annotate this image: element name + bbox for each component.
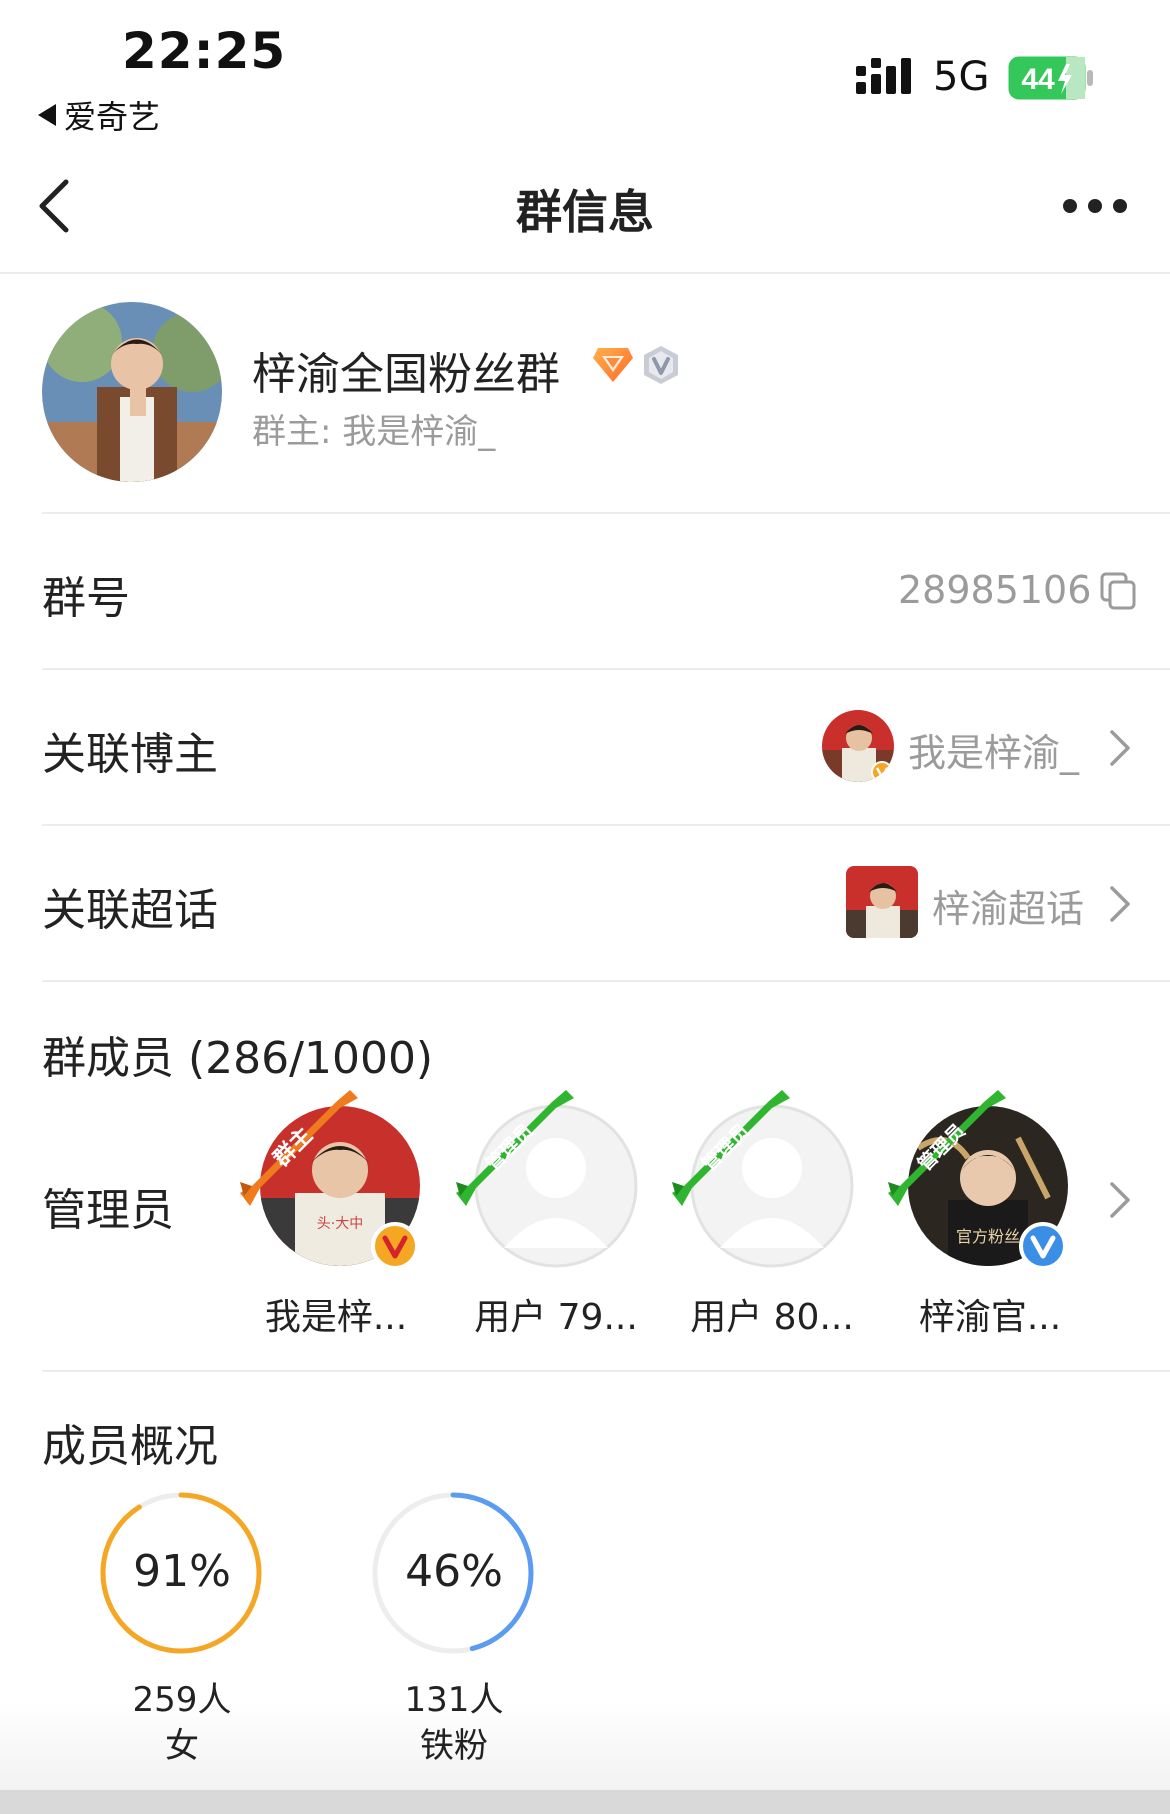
admin-name[interactable]: 我是梓... — [236, 1288, 436, 1340]
diamond-badge-icon — [593, 348, 633, 382]
owner-ribbon: 群主 — [240, 1090, 358, 1206]
admin-ribbon: 管理员 — [888, 1090, 1006, 1206]
chevron-right-icon[interactable] — [1108, 728, 1132, 768]
admin-name[interactable]: 用户 80... — [672, 1288, 872, 1340]
members-title: 群成员 (286/1000) — [42, 1033, 434, 1084]
svg-text:官方粉丝: 官方粉丝 — [956, 1227, 1020, 1246]
blogger-avatar[interactable] — [822, 710, 894, 782]
page-title: 群信息 — [516, 185, 654, 239]
female-percent: 91% — [133, 1546, 231, 1597]
iron-fan-count: 131人 — [404, 1680, 504, 1720]
linked-blogger-label: 关联博主 — [42, 729, 218, 780]
admin-name[interactable]: 梓渝官... — [890, 1288, 1090, 1340]
status-time: 22:25 — [122, 22, 287, 80]
linked-topic-label: 关联超话 — [42, 885, 218, 936]
nav-divider — [0, 272, 1170, 274]
group-id-value: 28985106 — [898, 568, 1092, 612]
back-triangle-icon — [38, 104, 56, 126]
group-avatar[interactable] — [42, 302, 222, 482]
back-to-app-link[interactable]: 爱奇艺 — [38, 92, 160, 138]
admin-name[interactable]: 用户 79... — [456, 1288, 656, 1340]
group-owner: 群主: 我是梓渝_ — [252, 412, 496, 452]
linked-blogger-value[interactable]: 我是梓渝_ — [908, 722, 1079, 777]
female-label: 女 — [165, 1726, 199, 1766]
chevron-right-icon[interactable] — [1108, 884, 1132, 924]
section-divider — [42, 980, 1170, 982]
section-divider — [42, 1370, 1170, 1372]
group-name: 梓渝全国粉丝群 — [252, 349, 560, 400]
section-divider — [42, 668, 1170, 670]
network-type: 5G — [933, 54, 990, 100]
battery-icon: 44 — [1008, 56, 1093, 100]
chevron-right-icon[interactable] — [1108, 1180, 1132, 1220]
more-options-icon[interactable] — [1060, 196, 1130, 216]
verified-level-badge-icon — [644, 346, 678, 384]
iron-fan-percent: 46% — [405, 1546, 503, 1597]
copy-icon[interactable] — [1100, 572, 1136, 610]
iron-fan-label: 铁粉 — [420, 1726, 488, 1766]
group-id-label: 群号 — [42, 573, 130, 624]
topic-thumbnail[interactable] — [846, 866, 918, 938]
overview-title: 成员概况 — [42, 1421, 218, 1472]
back-app-label: 爱奇艺 — [64, 98, 161, 136]
section-divider — [42, 512, 1170, 514]
female-count: 259人 — [132, 1680, 232, 1720]
battery-level: 44 — [1021, 63, 1055, 96]
cellular-signal-icon — [856, 58, 911, 94]
admins-label: 管理员 — [42, 1185, 174, 1236]
admin-ribbon-text: 管理员 — [913, 1119, 970, 1176]
admin-ribbon-text: 管理员 — [697, 1119, 754, 1176]
linked-topic-value[interactable]: 梓渝超话 — [932, 878, 1084, 933]
bottom-bar — [0, 1790, 1170, 1814]
admin-ribbon: 管理员 — [456, 1090, 574, 1206]
section-divider — [42, 824, 1170, 826]
admin-ribbon: 管理员 — [672, 1090, 790, 1206]
svg-text:头·大中: 头·大中 — [317, 1216, 363, 1232]
admin-ribbon-text: 管理员 — [481, 1119, 538, 1176]
